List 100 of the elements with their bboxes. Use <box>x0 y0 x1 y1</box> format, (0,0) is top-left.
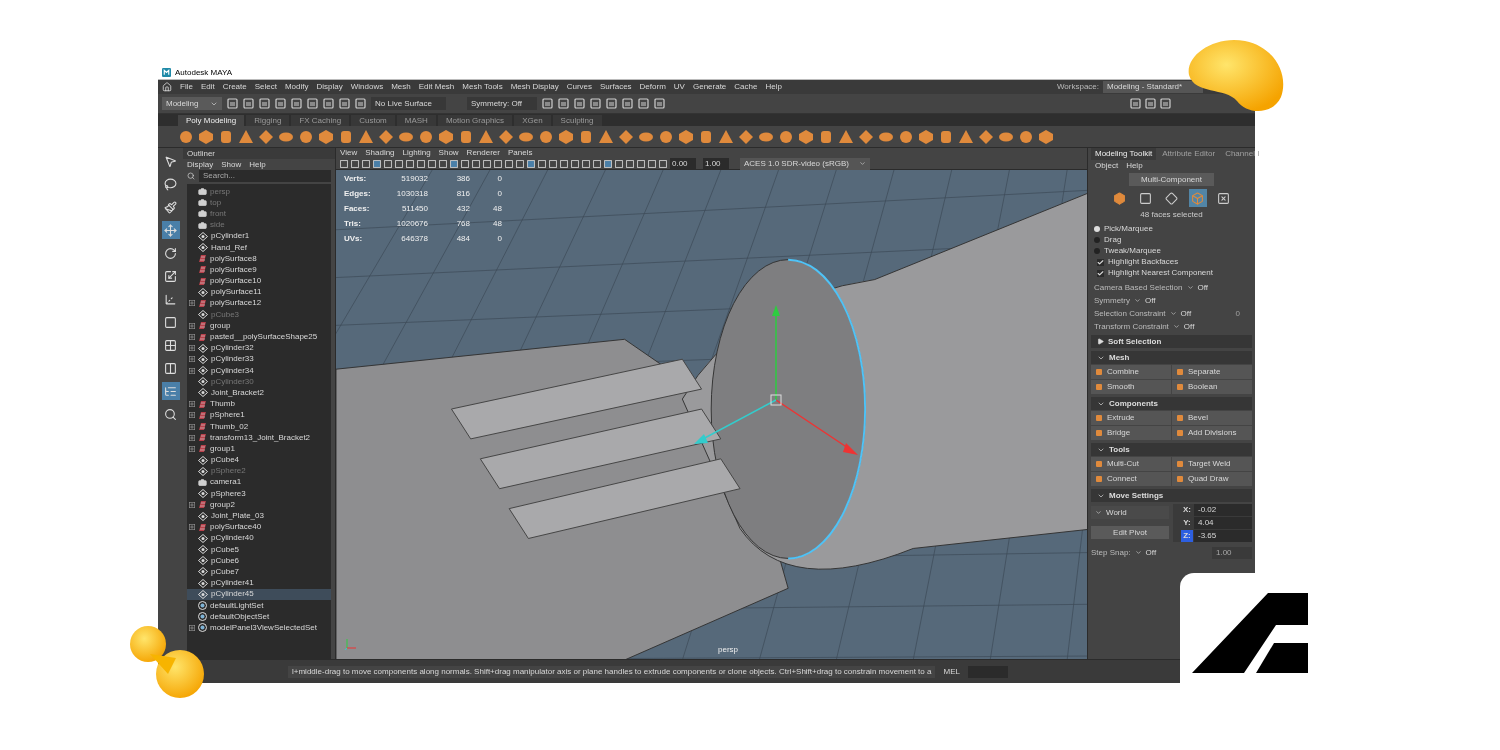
outliner-item[interactable]: group <box>187 320 331 332</box>
shelf-tool-icon[interactable] <box>818 128 834 145</box>
shelf-tab[interactable]: MASH <box>396 115 436 126</box>
setting-value[interactable]: Off <box>1180 307 1192 320</box>
menu-item[interactable]: Help <box>249 158 266 171</box>
checkbox[interactable] <box>1097 269 1104 277</box>
menu-item[interactable]: Show <box>221 158 242 171</box>
shelf-tab[interactable]: Custom <box>351 115 395 126</box>
menu-item[interactable]: Renderer <box>466 147 500 159</box>
expand-icon[interactable] <box>189 334 195 341</box>
expand-icon[interactable] <box>189 401 195 408</box>
menu-item[interactable]: Edit <box>200 81 215 93</box>
outliner-item[interactable]: polySurface12 <box>187 297 331 310</box>
space-dropdown[interactable]: World <box>1091 506 1169 519</box>
shelf-tool-icon[interactable] <box>338 128 354 145</box>
menu-item[interactable]: Cache <box>734 81 758 93</box>
menu-item[interactable]: Show <box>438 147 459 159</box>
edge-mode-icon[interactable] <box>1162 189 1181 207</box>
menu-item[interactable]: UV <box>673 81 685 93</box>
expand-icon[interactable] <box>189 423 195 430</box>
outliner-item[interactable]: Thumb <box>187 398 331 410</box>
radio-button[interactable] <box>1094 226 1100 232</box>
expand-icon[interactable] <box>189 367 195 374</box>
home-icon[interactable] <box>162 82 172 92</box>
outliner-item[interactable]: Thumb_02 <box>187 420 331 433</box>
setting-value[interactable]: Off <box>1183 320 1195 333</box>
menu-item[interactable]: Lighting <box>402 147 431 159</box>
section-header[interactable]: Move Settings <box>1091 489 1252 502</box>
shelf-tab[interactable]: Motion Graphics <box>437 115 513 126</box>
outliner-item[interactable]: pasted__polySurfaceShape25 <box>187 331 331 343</box>
setting-value[interactable]: Off <box>1145 294 1156 307</box>
shelf-tool-icon[interactable] <box>498 128 514 145</box>
section-header[interactable]: Mesh <box>1091 351 1252 364</box>
menu-item[interactable]: Mesh <box>391 81 411 93</box>
expand-icon[interactable] <box>189 345 195 352</box>
shelf-tool-icon[interactable] <box>558 128 574 145</box>
toolkit-button[interactable]: Multi-Cut <box>1091 457 1171 471</box>
shelf-tool-icon[interactable] <box>458 128 474 145</box>
section-header[interactable]: Tools <box>1091 443 1252 456</box>
menu-item[interactable]: Surfaces <box>600 81 632 93</box>
toolkit-button[interactable]: Quad Draw <box>1172 472 1252 486</box>
paint-tool-icon[interactable] <box>161 198 180 216</box>
shelf-tool-icon[interactable] <box>738 128 754 145</box>
expand-icon[interactable] <box>189 445 195 452</box>
shelf-tool-icon[interactable] <box>198 128 214 145</box>
shelf-tab[interactable]: XGen <box>514 115 551 126</box>
outliner-item[interactable]: camera1 <box>187 476 331 489</box>
outliner-item[interactable]: defaultObjectSet <box>187 611 331 623</box>
section-header[interactable]: Soft Selection <box>1091 335 1252 348</box>
radio-button[interactable] <box>1094 237 1100 243</box>
outliner-item[interactable]: pCube6 <box>187 555 331 567</box>
menu-item[interactable]: Windows <box>350 81 384 93</box>
toolkit-button[interactable]: Boolean <box>1172 380 1252 394</box>
shelf-tool-icon[interactable] <box>598 128 614 145</box>
panel-tab[interactable]: Attribute Editor <box>1158 148 1220 160</box>
dropdown-caret-icon[interactable] <box>1134 297 1141 304</box>
menu-item[interactable]: Display <box>316 81 343 93</box>
shelf-tool-icon[interactable] <box>918 128 934 145</box>
outliner-item[interactable]: pCube5 <box>187 544 331 556</box>
move-tool-icon[interactable] <box>161 221 180 239</box>
shelf-tool-icon[interactable] <box>1018 128 1034 145</box>
expand-icon[interactable] <box>189 322 195 329</box>
menu-item[interactable]: Curves <box>566 81 592 93</box>
toolkit-button[interactable]: Bridge <box>1091 426 1171 440</box>
outliner-item[interactable]: pCylinder40 <box>187 532 331 544</box>
shelf-tab[interactable]: Poly Modeling <box>178 115 245 126</box>
shelf-tool-icon[interactable] <box>938 128 954 145</box>
shelf-tool-icon[interactable] <box>838 128 854 145</box>
outliner-item[interactable]: pSphere1 <box>187 409 331 421</box>
outliner-item[interactable]: group2 <box>187 499 331 511</box>
outliner-item[interactable]: pCylinder45 <box>187 588 331 600</box>
menu-item[interactable]: Panels <box>507 147 533 159</box>
toolkit-button[interactable]: Target Weld <box>1172 457 1252 471</box>
command-type-label[interactable]: MEL <box>943 665 960 678</box>
menu-item[interactable]: Help <box>765 81 782 93</box>
toolkit-button[interactable]: Combine <box>1091 365 1171 379</box>
symmetry-field[interactable]: Symmetry: Off <box>467 97 537 110</box>
shelf-tab[interactable]: Sculpting <box>552 115 602 126</box>
expand-icon[interactable] <box>189 624 195 631</box>
shelf-tool-icon[interactable] <box>698 128 714 145</box>
outliner-item[interactable]: pCylinder33 <box>187 353 331 365</box>
search-field[interactable]: Search... <box>199 170 331 182</box>
shelf-tool-icon[interactable] <box>678 128 694 145</box>
menu-item[interactable]: Display <box>187 158 214 171</box>
outliner-item[interactable]: Joint_Bracket2 <box>187 387 331 399</box>
shelf-tool-icon[interactable] <box>958 128 974 145</box>
outliner-item[interactable]: pCube4 <box>187 454 331 466</box>
menu-item[interactable]: Edit Mesh <box>418 81 455 93</box>
expand-icon[interactable] <box>189 300 195 307</box>
toolkit-button[interactable]: Connect <box>1091 472 1171 486</box>
menu-item[interactable]: Help <box>1126 159 1143 172</box>
toolkit-button[interactable]: Separate <box>1172 365 1252 379</box>
shelf-tool-icon[interactable] <box>258 128 274 145</box>
outliner-item[interactable]: polySurface10 <box>187 275 331 287</box>
shelf-tool-icon[interactable] <box>898 128 914 145</box>
face-mode-icon[interactable] <box>1188 189 1207 207</box>
outliner-item[interactable]: defaultLightSet <box>187 599 331 612</box>
outliner-item[interactable]: Hand_Ref <box>187 241 331 254</box>
shelf-tool-icon[interactable] <box>318 128 334 145</box>
toolkit-button[interactable]: Bevel <box>1172 411 1252 425</box>
